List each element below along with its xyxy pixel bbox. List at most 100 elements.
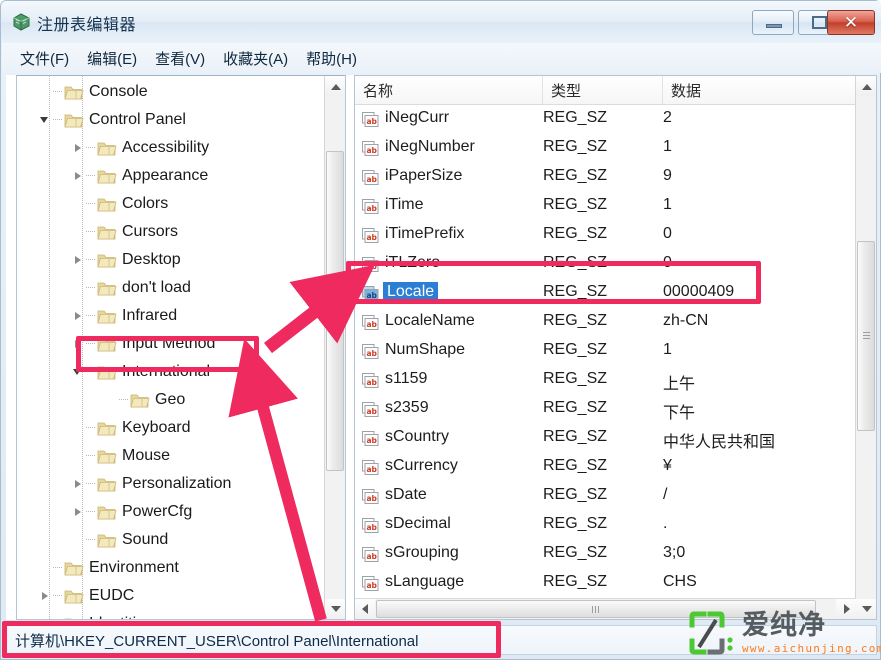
tree-node-accessibility[interactable]: Accessibility — [17, 134, 317, 162]
value-name-cell: s1159 — [385, 370, 427, 388]
tree-node-control-panel[interactable]: Control Panel — [17, 106, 317, 134]
table-row[interactable]: abNumShapeREG_SZ1 — [355, 337, 856, 366]
watermark-url: www.aichunjing.com — [742, 642, 881, 655]
scroll-up-arrow-icon[interactable] — [325, 76, 345, 96]
svg-text:ab: ab — [367, 494, 378, 503]
table-row[interactable]: abiTimePrefixREG_SZ0 — [355, 221, 856, 250]
tree-node-keyboard[interactable]: Keyboard — [17, 414, 317, 442]
table-row[interactable]: abs1159REG_SZ上午 — [355, 366, 856, 395]
watermark-text: 爱纯净 www.aichunjing.com — [742, 612, 881, 655]
menu-file[interactable]: 文件(F) — [11, 46, 78, 71]
tree-node-eudc[interactable]: EUDC — [17, 582, 317, 610]
column-header-type[interactable]: 类型 — [543, 76, 663, 104]
folder-icon — [97, 224, 117, 241]
tree-connector-line — [86, 526, 97, 554]
tree-node-powercfg[interactable]: PowerCfg — [17, 498, 317, 526]
expand-triangle-icon[interactable] — [72, 498, 86, 526]
value-name-cell: iTime — [385, 196, 424, 214]
list-vertical-scrollbar[interactable] — [855, 76, 876, 619]
scroll-left-arrow-icon[interactable] — [355, 599, 375, 619]
string-value-icon: ab — [361, 401, 380, 418]
registry-tree-panel[interactable]: Console Control Panel Accessibility Appeara… — [16, 75, 346, 620]
tree-node-label: Input Method — [122, 335, 219, 353]
table-row[interactable]: absGroupingREG_SZ3;0 — [355, 540, 856, 569]
folder-icon — [97, 504, 117, 521]
tree-node-environment[interactable]: Environment — [17, 554, 317, 582]
registry-tree[interactable]: Console Control Panel Accessibility Appeara… — [17, 78, 317, 620]
value-type-cell: REG_SZ — [543, 573, 607, 591]
table-row[interactable]: abiPaperSizeREG_SZ9 — [355, 163, 856, 192]
table-row[interactable]: abs2359REG_SZ下午 — [355, 395, 856, 424]
menu-favorites[interactable]: 收藏夹(A) — [214, 46, 297, 71]
tree-node-label: Console — [89, 83, 152, 101]
registry-values-panel[interactable]: 名称 类型 数据 abiNegCurrREG_SZ2abiNegNumberRE… — [354, 75, 877, 620]
table-row[interactable]: absDateREG_SZ/ — [355, 482, 856, 511]
table-row[interactable]: absCountryREG_SZ中华人民共和国 — [355, 424, 856, 453]
expand-triangle-icon[interactable] — [39, 582, 53, 610]
tree-node-don-t-load[interactable]: don't load — [17, 274, 317, 302]
tree-node-international[interactable]: International — [17, 358, 317, 386]
expand-triangle-icon[interactable] — [39, 610, 53, 620]
column-header-data[interactable]: 数据 — [663, 76, 856, 104]
tree-node-appearance[interactable]: Appearance — [17, 162, 317, 190]
tree-node-personalization[interactable]: Personalization — [17, 470, 317, 498]
expand-triangle-icon[interactable] — [72, 246, 86, 274]
tree-node-colors[interactable]: Colors — [17, 190, 317, 218]
registry-values-list[interactable]: abiNegCurrREG_SZ2abiNegNumberREG_SZ1abiP… — [355, 105, 856, 620]
tree-node-label: PowerCfg — [122, 503, 196, 521]
menu-edit[interactable]: 编辑(E) — [78, 46, 146, 71]
tree-connector-line — [86, 414, 97, 442]
scroll-down-arrow-icon[interactable] — [325, 599, 345, 619]
tree-indent-spacer — [72, 274, 86, 302]
tree-node-geo[interactable]: Geo — [17, 386, 317, 414]
tree-node-console[interactable]: Console — [17, 78, 317, 106]
tree-node-label: don't load — [122, 279, 195, 297]
expand-triangle-icon[interactable] — [72, 470, 86, 498]
table-row[interactable]: abiTimeREG_SZ1 — [355, 192, 856, 221]
menu-help[interactable]: 帮助(H) — [297, 46, 366, 71]
tree-node-identities[interactable]: Identities — [17, 610, 317, 620]
tree-node-label: EUDC — [89, 587, 138, 605]
expand-triangle-icon[interactable] — [72, 330, 86, 358]
collapse-triangle-icon[interactable] — [72, 358, 86, 386]
table-row[interactable]: absDecimalREG_SZ. — [355, 511, 856, 540]
svg-text:ab: ab — [367, 552, 378, 561]
tree-node-infrared[interactable]: Infrared — [17, 302, 317, 330]
close-button[interactable]: ✕ — [827, 10, 875, 35]
tree-node-sound[interactable]: Sound — [17, 526, 317, 554]
tree-node-desktop[interactable]: Desktop — [17, 246, 317, 274]
minimize-button[interactable] — [752, 10, 794, 35]
table-row[interactable]: abiTLZeroREG_SZ0 — [355, 250, 856, 279]
table-row[interactable]: absCurrencyREG_SZ¥ — [355, 453, 856, 482]
expand-triangle-icon[interactable] — [72, 162, 86, 190]
scroll-up-arrow-icon[interactable] — [856, 76, 876, 96]
menu-view[interactable]: 查看(V) — [146, 46, 214, 71]
column-header-name[interactable]: 名称 — [355, 76, 543, 104]
expand-triangle-icon[interactable] — [72, 302, 86, 330]
string-value-icon: ab — [361, 169, 380, 186]
string-value-icon: ab — [361, 111, 380, 128]
tree-node-label: Cursors — [122, 223, 182, 241]
table-row[interactable]: abLocaleNameREG_SZzh-CN — [355, 308, 856, 337]
value-type-cell: REG_SZ — [543, 254, 607, 272]
list-scroll-thumb[interactable] — [857, 241, 875, 431]
tree-scroll-thumb[interactable] — [326, 151, 344, 471]
tree-node-input-method[interactable]: Input Method — [17, 330, 317, 358]
watermark: 爱纯净 www.aichunjing.com — [688, 608, 878, 658]
svg-text:ab: ab — [367, 436, 378, 445]
tree-node-mouse[interactable]: Mouse — [17, 442, 317, 470]
expand-triangle-icon[interactable] — [72, 134, 86, 162]
tree-node-cursors[interactable]: Cursors — [17, 218, 317, 246]
minimize-icon — [766, 24, 782, 28]
tree-node-label: Accessibility — [122, 139, 213, 157]
value-name-cell: iNegNumber — [385, 138, 475, 156]
collapse-triangle-icon[interactable] — [39, 106, 53, 134]
table-row[interactable]: abiNegNumberREG_SZ1 — [355, 134, 856, 163]
value-name-cell: sLanguage — [385, 573, 464, 591]
table-row[interactable]: abLocaleREG_SZ00000409 — [355, 279, 856, 308]
table-row[interactable]: abiNegCurrREG_SZ2 — [355, 105, 856, 134]
value-type-cell: REG_SZ — [543, 341, 607, 359]
tree-vertical-scrollbar[interactable] — [324, 76, 345, 619]
list-header: 名称 类型 数据 — [355, 76, 877, 105]
table-row[interactable]: absLanguageREG_SZCHS — [355, 569, 856, 598]
